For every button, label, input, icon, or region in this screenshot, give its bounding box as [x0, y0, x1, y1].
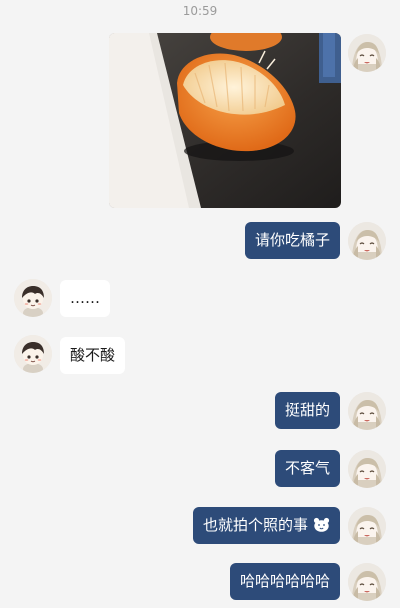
avatar-other[interactable] — [14, 335, 52, 373]
bear-face-emoji-icon — [313, 517, 330, 532]
chat-view: 10:59 请你吃橘子 …… 酸不酸 挺甜的 不客气 也就拍个照的事 哈哈哈哈哈… — [0, 0, 400, 608]
message-bubble-incoming[interactable]: …… — [60, 280, 110, 317]
message-bubble-outgoing[interactable]: 请你吃橘子 — [244, 222, 340, 259]
message-bubble-outgoing[interactable]: 挺甜的 — [274, 392, 340, 429]
message-photo-orange[interactable] — [109, 33, 341, 208]
avatar-self[interactable] — [348, 450, 386, 488]
avatar-self[interactable] — [348, 222, 386, 260]
message-bubble-outgoing[interactable]: 哈哈哈哈哈哈 — [229, 563, 340, 600]
avatar-other[interactable] — [14, 279, 52, 317]
message-text: 也就拍个照的事 — [202, 516, 308, 534]
avatar-self[interactable] — [348, 507, 386, 545]
avatar-self[interactable] — [348, 392, 386, 430]
message-timestamp: 10:59 — [182, 4, 218, 18]
message-bubble-incoming[interactable]: 酸不酸 — [60, 337, 126, 374]
message-bubble-outgoing[interactable]: 不客气 — [274, 450, 340, 487]
orange-photo-image — [109, 33, 341, 208]
avatar-self[interactable] — [348, 34, 386, 72]
avatar-self[interactable] — [348, 563, 386, 601]
message-bubble-outgoing[interactable]: 也就拍个照的事 — [192, 507, 340, 544]
